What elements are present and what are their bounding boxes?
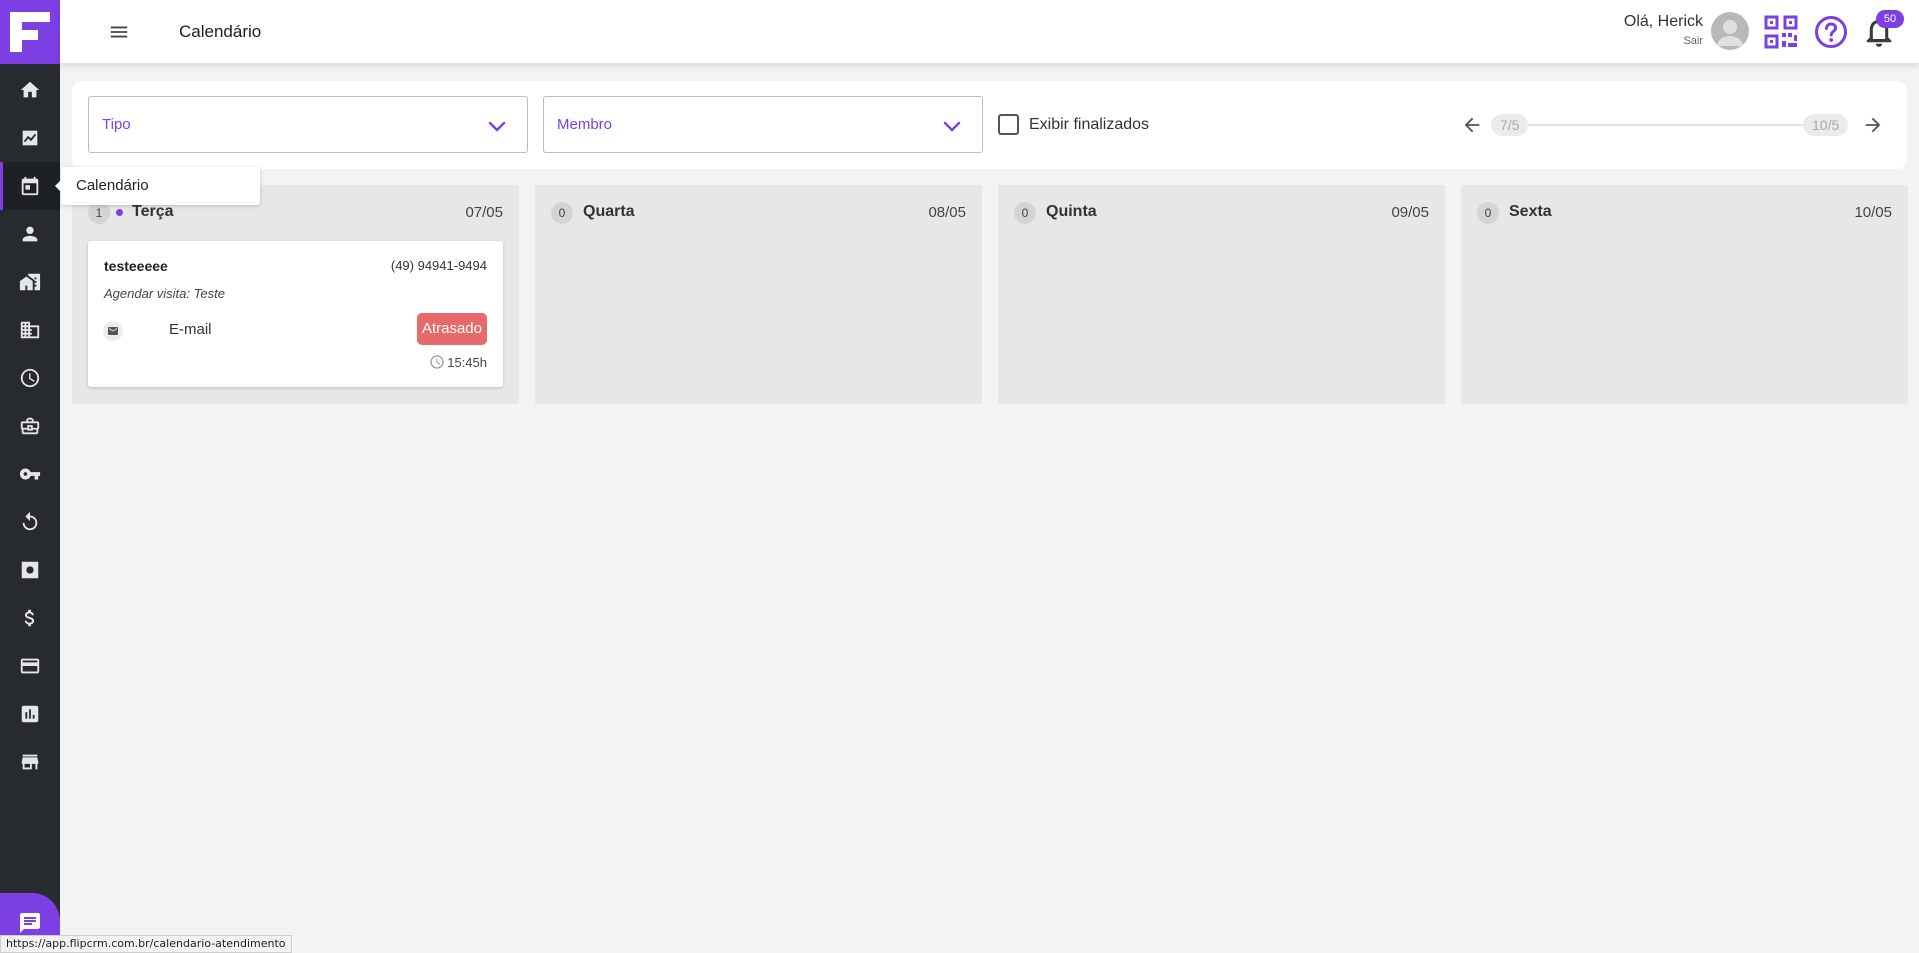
clock-icon bbox=[429, 354, 445, 370]
previous-week-button[interactable] bbox=[1461, 114, 1483, 136]
arrow-left-icon bbox=[1464, 117, 1480, 133]
status-badge: Atrasado bbox=[416, 313, 487, 345]
sidebar-item-store[interactable] bbox=[0, 738, 60, 786]
next-week-button[interactable] bbox=[1862, 114, 1884, 136]
top-header: Calendário Olá, Herick Sair 50 bbox=[60, 0, 1919, 64]
day-name: Quinta bbox=[1046, 203, 1097, 220]
tipo-placeholder: Tipo bbox=[102, 116, 131, 133]
refresh-icon bbox=[22, 511, 38, 531]
event-channel: E-mail bbox=[169, 321, 212, 338]
user-greeting: Olá, Herick Sair bbox=[1624, 13, 1703, 47]
sidebar-item-keys[interactable] bbox=[0, 450, 60, 498]
event-description: Agendar visita: Teste bbox=[104, 286, 225, 301]
status-bar-url: https://app.flipcrm.com.br/calendario-at… bbox=[0, 935, 292, 953]
event-phone: (49) 94941-9494 bbox=[390, 258, 487, 273]
avatar[interactable] bbox=[1711, 12, 1749, 50]
day-name: Quarta bbox=[583, 203, 635, 220]
greeting-text: Olá, Herick bbox=[1623, 13, 1703, 30]
show-finished-toggle[interactable]: Exibir finalizados bbox=[998, 114, 1149, 135]
briefcase-icon bbox=[20, 417, 40, 435]
tooltip-text: Calendário bbox=[76, 177, 149, 194]
day-header: 0 Sexta 10/05 bbox=[1461, 185, 1908, 241]
notification-count-badge: 50 bbox=[1876, 10, 1904, 28]
sidebar-item-sync[interactable] bbox=[0, 498, 60, 546]
day-date: 10/05 bbox=[1854, 204, 1892, 221]
logout-link[interactable]: Sair bbox=[1624, 35, 1703, 47]
day-date: 07/05 bbox=[465, 204, 503, 221]
qr-code-button[interactable] bbox=[1764, 15, 1798, 49]
email-icon bbox=[103, 321, 123, 341]
date-range-slider[interactable] bbox=[1512, 124, 1842, 126]
sidebar-item-home[interactable] bbox=[0, 66, 60, 114]
membro-select[interactable]: Membro bbox=[543, 96, 983, 153]
flip-logo[interactable] bbox=[0, 0, 60, 64]
sidebar-item-history[interactable] bbox=[0, 354, 60, 402]
sidebar-item-reports[interactable] bbox=[0, 690, 60, 738]
sidebar-item-properties[interactable] bbox=[0, 258, 60, 306]
day-date: 09/05 bbox=[1391, 204, 1429, 221]
event-count: 0 bbox=[551, 202, 573, 224]
help-button[interactable] bbox=[1814, 15, 1848, 49]
page-title: Calendário bbox=[179, 22, 262, 41]
logo-mark-icon bbox=[10, 12, 50, 52]
bar-chart-icon bbox=[21, 705, 39, 723]
chevron-down-icon bbox=[488, 121, 506, 132]
store-icon bbox=[21, 754, 39, 770]
filter-bar: Tipo Membro Exibir finalizados 7/5 10/5 bbox=[72, 81, 1907, 169]
home-icon bbox=[20, 81, 40, 98]
calendar-icon bbox=[21, 176, 39, 196]
day-name: Terça bbox=[132, 203, 174, 220]
event-count: 0 bbox=[1014, 202, 1036, 224]
chart-line-icon bbox=[22, 130, 38, 146]
person-icon bbox=[22, 226, 38, 242]
day-header: 0 Quarta 08/05 bbox=[535, 185, 982, 241]
menu-toggle-button[interactable] bbox=[106, 20, 132, 44]
event-card[interactable]: testeeeee (49) 94941-9494 Agendar visita… bbox=[88, 241, 503, 387]
sidebar-item-contacts[interactable] bbox=[0, 210, 60, 258]
day-name: Sexta bbox=[1509, 203, 1552, 220]
event-count: 0 bbox=[1477, 202, 1499, 224]
event-contact-name: testeeeee bbox=[104, 258, 168, 274]
hamburger-icon bbox=[110, 26, 128, 38]
qr-code-icon bbox=[1764, 15, 1798, 49]
event-time: 15:45h bbox=[447, 355, 487, 370]
help-icon bbox=[1815, 16, 1847, 48]
day-column-sexta: 0 Sexta 10/05 bbox=[1461, 185, 1908, 404]
arrow-right-icon bbox=[1865, 117, 1881, 133]
day-column-quarta: 0 Quarta 08/05 bbox=[535, 185, 982, 404]
sidebar-item-settings[interactable] bbox=[0, 546, 60, 594]
credit-card-icon bbox=[20, 658, 40, 674]
sidebar-item-dashboard[interactable] bbox=[0, 114, 60, 162]
show-finished-label: Exibir finalizados bbox=[1029, 115, 1150, 133]
membro-placeholder: Membro bbox=[557, 116, 613, 133]
day-date: 08/05 bbox=[928, 204, 966, 221]
show-finished-checkbox[interactable] bbox=[998, 114, 1019, 135]
sidebar-item-payments[interactable] bbox=[0, 642, 60, 690]
key-icon bbox=[19, 468, 41, 480]
sidebar-item-finance[interactable] bbox=[0, 594, 60, 642]
user-avatar-icon bbox=[1717, 20, 1743, 46]
gear-box-icon bbox=[21, 561, 39, 579]
clock-icon bbox=[20, 368, 40, 388]
today-dot bbox=[116, 209, 123, 216]
chat-icon bbox=[20, 913, 40, 933]
sidebar bbox=[0, 0, 60, 953]
dollar-icon bbox=[24, 609, 35, 627]
building-icon bbox=[20, 321, 40, 339]
range-start-label: 7/5 bbox=[1491, 114, 1529, 136]
event-count: 1 bbox=[88, 202, 110, 224]
sidebar-item-calendar[interactable] bbox=[0, 162, 60, 210]
tipo-select[interactable]: Tipo bbox=[88, 96, 528, 153]
range-end-label: 10/5 bbox=[1803, 114, 1849, 136]
sidebar-item-business[interactable] bbox=[0, 402, 60, 450]
house-building-icon bbox=[19, 273, 41, 291]
sidebar-tooltip: Calendário bbox=[55, 167, 260, 205]
day-column-terca: 1 Terça 07/05 testeeeee (49) 94941-9494 … bbox=[72, 185, 519, 404]
day-header: 0 Quinta 09/05 bbox=[998, 185, 1445, 241]
day-column-quinta: 0 Quinta 09/05 bbox=[998, 185, 1445, 404]
chevron-down-icon bbox=[943, 121, 961, 132]
sidebar-item-buildings[interactable] bbox=[0, 306, 60, 354]
